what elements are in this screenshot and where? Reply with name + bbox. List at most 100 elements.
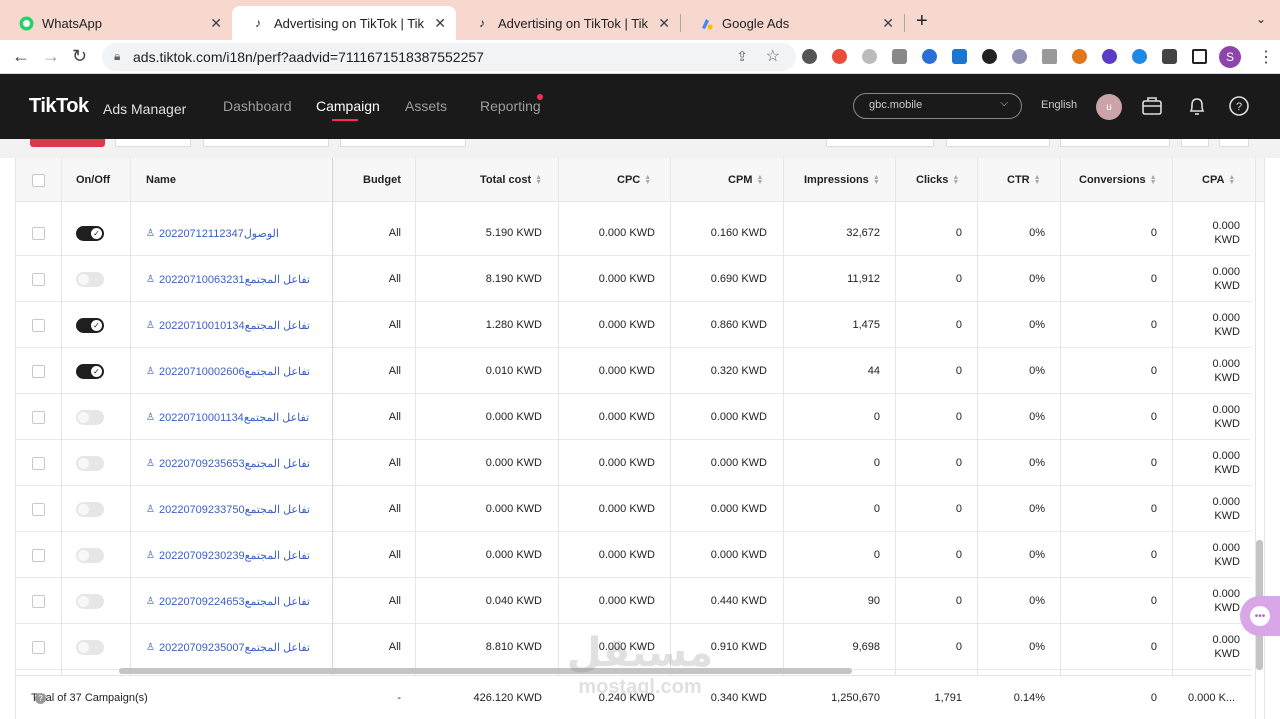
nav-reporting[interactable]: Reporting (480, 98, 541, 114)
address-bar[interactable]: 🔒︎ ads.tiktok.com/i18n/perf?aadvid=71116… (102, 43, 796, 71)
status-toggle[interactable] (76, 256, 104, 302)
status-toggle[interactable]: ✓ (76, 348, 104, 394)
close-icon[interactable]: ✕ (882, 15, 894, 32)
status-toggle[interactable] (76, 624, 104, 670)
forward-arrow-icon[interactable]: → (42, 46, 60, 67)
side-panel-icon[interactable] (1192, 49, 1207, 64)
sort-icon[interactable]: ▲ ▼ (1150, 174, 1157, 186)
campaign-name-link[interactable]: ♙ تفاعل المجتمع20220710001134 (146, 394, 309, 440)
status-toggle[interactable] (76, 394, 104, 440)
toolbar-button[interactable] (115, 139, 191, 147)
language-selector[interactable]: English (1041, 99, 1077, 111)
table-row[interactable]: ✓ ♙ تفاعل المجتمع20220710010134 All 1.280… (16, 302, 1251, 348)
nav-campaign[interactable]: Campaign (316, 98, 380, 114)
reload-icon[interactable]: ↻ (72, 46, 87, 67)
browser-menu-icon[interactable]: ⋮ (1258, 47, 1274, 67)
header-cpm[interactable]: CPM ▲ ▼ (728, 158, 763, 202)
header-conversions[interactable]: Conversions ▲ ▼ (1079, 158, 1157, 202)
pinterest-extension-icon[interactable] (802, 49, 817, 64)
browser-tab-google-ads[interactable]: Google Ads ✕ (680, 6, 904, 40)
share-icon[interactable]: ⇪ (736, 48, 748, 65)
extension-icon[interactable] (982, 49, 997, 64)
close-icon[interactable]: ✕ (434, 15, 446, 32)
header-cpc[interactable]: CPC ▲ ▼ (617, 158, 651, 202)
bookmark-star-icon[interactable]: ☆ (766, 46, 780, 66)
campaign-name-link[interactable]: ♙ تفاعل المجتمع20220709235007 (146, 624, 310, 670)
horizontal-scrollbar[interactable] (119, 668, 852, 674)
campaign-name-link[interactable]: ♙ تفاعل المجتمع20220710063231 (146, 256, 310, 302)
create-button[interactable] (30, 139, 105, 147)
table-row[interactable]: ♙ تفاعل المجتمع20220709224653 All 0.040 K… (16, 578, 1251, 624)
help-icon[interactable]: ? (1228, 95, 1250, 117)
close-icon[interactable]: ✕ (658, 15, 670, 32)
profile-avatar[interactable]: S (1219, 46, 1241, 68)
sort-icon[interactable]: ▲ ▼ (952, 174, 959, 186)
extension-icon[interactable] (1102, 49, 1117, 64)
sort-icon[interactable]: ▲ ▼ (873, 174, 880, 186)
question-icon[interactable]: ? (35, 692, 46, 704)
table-row[interactable]: ♙ تفاعل المجتمع20220710063231 All 8.190 K… (16, 256, 1251, 302)
status-toggle[interactable] (76, 440, 104, 486)
header-total-cost[interactable]: Total cost ▲ ▼ (480, 158, 542, 202)
campaign-name-link[interactable]: ♙ تفاعل المجتمع20220709235653 (146, 440, 310, 486)
header-budget[interactable]: Budget (363, 158, 401, 202)
sort-icon[interactable]: ▲ ▼ (644, 174, 651, 186)
table-row[interactable]: ♙ تفاعل المجتمع20220709233750 All 0.000 K… (16, 486, 1251, 532)
campaign-name-link[interactable]: ♙ تفاعل المجتمع20220710002606 (146, 348, 310, 394)
qr-extension-icon[interactable] (1042, 49, 1057, 64)
select-all-checkbox[interactable] (32, 158, 45, 202)
campaign-name-link[interactable]: ♙ الوصول20220712112347 (146, 210, 279, 256)
row-checkbox[interactable] (32, 256, 45, 302)
toolbar-button[interactable] (1060, 139, 1170, 147)
status-toggle[interactable] (76, 486, 104, 532)
code-extension-icon[interactable] (892, 49, 907, 64)
toolbar-button[interactable] (1181, 139, 1209, 147)
extension-icon[interactable] (1132, 49, 1147, 64)
toolbar-button[interactable] (946, 139, 1050, 147)
chat-support-button[interactable]: ••• (1240, 596, 1280, 636)
browser-tab-whatsapp[interactable]: WhatsApp ✕ (0, 6, 232, 40)
bell-icon[interactable] (1186, 95, 1208, 117)
table-row[interactable]: ♙ تفاعل المجتمع20220709230239 All 0.000 K… (16, 532, 1251, 578)
nav-assets[interactable]: Assets (405, 98, 447, 114)
status-toggle[interactable] (76, 578, 104, 624)
puzzle-extensions-icon[interactable] (1162, 49, 1177, 64)
status-toggle[interactable]: ✓ (76, 210, 104, 256)
briefcase-icon[interactable] (1141, 95, 1163, 117)
nav-dashboard[interactable]: Dashboard (223, 98, 292, 114)
campaign-name-link[interactable]: ♙ تفاعل المجتمع20220709233750 (146, 486, 310, 532)
table-row[interactable]: ♙ تفاعل المجتمع20220709235653 All 0.000 K… (16, 440, 1251, 486)
account-selector[interactable]: gbc.mobile ⌵ (853, 93, 1022, 119)
back-arrow-icon[interactable]: ← (12, 46, 30, 67)
header-cpa[interactable]: CPA ▲ ▼ (1202, 158, 1235, 202)
header-ctr[interactable]: CTR ▲ ▼ (1007, 158, 1041, 202)
extension-icon[interactable] (922, 49, 937, 64)
sort-icon[interactable]: ▲ ▼ (756, 174, 763, 186)
row-checkbox[interactable] (32, 210, 45, 256)
header-name[interactable]: Name (146, 158, 176, 202)
row-checkbox[interactable] (32, 440, 45, 486)
table-row[interactable]: ✓ ♙ الوصول20220712112347 All 5.190 KWD 0.0… (16, 210, 1251, 256)
tab-search-chevron-icon[interactable]: ⌄ (1256, 12, 1266, 26)
row-checkbox[interactable] (32, 624, 45, 670)
toolbar-button[interactable] (826, 139, 934, 147)
table-row[interactable]: ♙ تفاعل المجتمع20220710001134 All 0.000 K… (16, 394, 1251, 440)
row-checkbox[interactable] (32, 348, 45, 394)
browser-tab-tiktok-ads-2[interactable]: ♪ Advertising on TikTok | TikTok Ads ✕ (456, 6, 680, 40)
sort-icon[interactable]: ▲ ▼ (535, 174, 542, 186)
toolbar-button[interactable] (340, 139, 466, 147)
sort-icon[interactable]: ▲ ▼ (1034, 174, 1041, 186)
sort-icon[interactable]: ▲ ▼ (1228, 174, 1235, 186)
extension-icon[interactable] (1012, 49, 1027, 64)
zip-extension-icon[interactable] (952, 49, 967, 64)
campaign-name-link[interactable]: ♙ تفاعل المجتمع20220709230239 (146, 532, 310, 578)
campaign-name-link[interactable]: ♙ تفاعل المجتمع20220710010134 (146, 302, 310, 348)
tiktok-logo[interactable]: TikTok (29, 95, 89, 118)
close-icon[interactable]: ✕ (210, 15, 222, 32)
header-clicks[interactable]: Clicks ▲ ▼ (916, 158, 959, 202)
row-checkbox[interactable] (32, 532, 45, 578)
status-toggle[interactable] (76, 532, 104, 578)
campaign-name-link[interactable]: ♙ تفاعل المجتمع20220709224653 (146, 578, 310, 624)
metamask-icon[interactable] (1072, 49, 1087, 64)
user-avatar[interactable]: u (1096, 94, 1122, 120)
